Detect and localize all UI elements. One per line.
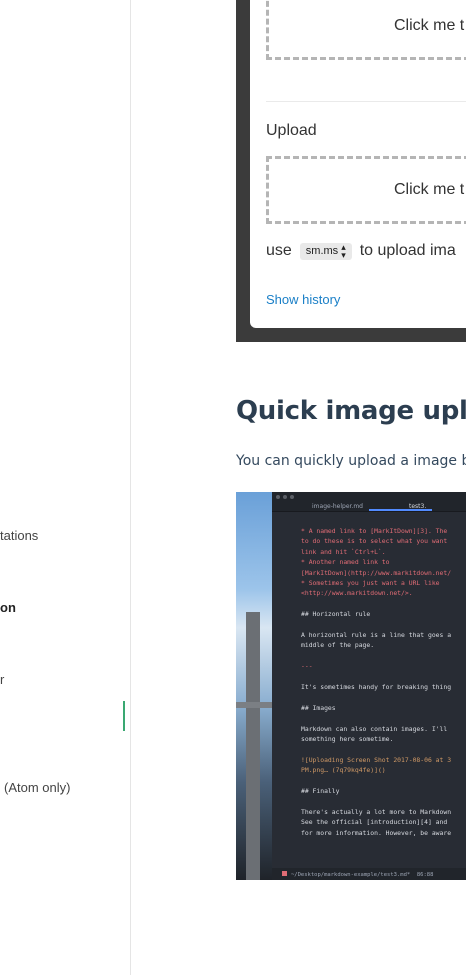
code-line: * A named link to [MarkItDown][3]. The: [301, 527, 448, 535]
code-line: * Sometimes you just want a URL like: [301, 579, 440, 588]
upload-dialog-screenshot: Click me t Upload Click me t use sm.ms ▴…: [236, 0, 466, 342]
file-status-icon: [282, 871, 287, 876]
code-line: ## Horizontal rule: [301, 610, 371, 619]
code-line: link and hit `Ctrl+L`.: [301, 547, 386, 556]
section-intro: You can quickly upload a image by ju: [236, 453, 466, 469]
code-line: Markdown can also contain images. I'll: [301, 724, 448, 733]
provider-select[interactable]: sm.ms ▴ ▾: [299, 242, 352, 260]
tab-test3: test3.: [369, 502, 433, 511]
window-zoom-icon: [290, 495, 294, 499]
code-line: A horizontal rule is a line that goes a: [301, 631, 452, 640]
code-line: something here sometime.: [301, 735, 394, 744]
editor-tabs: image-helper.md test3.: [272, 502, 466, 512]
photo-post: [246, 612, 260, 880]
sidebar-item-atom-only[interactable]: (Atom only): [4, 780, 70, 795]
editor-titlebar: [272, 492, 466, 502]
upload-dialog: Click me t Upload Click me t use sm.ms ▴…: [250, 0, 466, 328]
main-content: Click me t Upload Click me t use sm.ms ▴…: [131, 0, 466, 975]
editor-screenshot: image-helper.md test3. * A named link to…: [236, 492, 466, 880]
use-prefix: use: [266, 242, 292, 259]
use-suffix: to upload ima: [359, 242, 456, 259]
code-line: PM.png… (7q79kq4fe)](): [301, 766, 386, 775]
upload-label: Upload: [266, 122, 317, 139]
sidebar-item-annotations[interactable]: tations: [0, 528, 38, 543]
code-line: It's sometimes handy for breaking thing: [301, 683, 452, 692]
sidebar-item-active-section[interactable]: on: [0, 600, 16, 615]
code-line: ![Uploading Screen Shot 2017-08-06 at 3: [301, 755, 452, 764]
code-line: ## Images: [301, 703, 336, 712]
sidebar-item-helper[interactable]: r: [0, 672, 4, 687]
code-line: for more information. However, be aware: [301, 828, 452, 837]
window-close-icon: [276, 495, 280, 499]
editor-status-bar: ~/Desktop/markdown-example/test3.md* 86:…: [272, 868, 466, 880]
divider: [266, 101, 466, 102]
code-line: There's actually a lot more to Markdown: [301, 807, 452, 816]
dropzone-text: Click me t: [394, 17, 465, 34]
docs-sidebar: tations on r (Atom only): [0, 0, 131, 975]
upload-dropzone[interactable]: Click me t: [266, 156, 466, 224]
editor-code: * A named link to [MarkItDown][3]. The to…: [272, 512, 466, 838]
sidebar-active-indicator: [123, 701, 125, 731]
photo-rail: [236, 702, 276, 708]
code-line: See the official [introduction][4] and: [301, 818, 448, 827]
show-history-link[interactable]: Show history: [266, 292, 340, 307]
code-line: [MarkItDown](http://www.markitdown.net/: [301, 568, 452, 577]
link-dropzone[interactable]: Click me t: [266, 0, 466, 60]
tab-image-helper: image-helper.md: [312, 503, 363, 510]
provider-select-value: sm.ms: [305, 245, 339, 257]
select-arrows-icon: ▴ ▾: [341, 242, 346, 260]
upload-dropzone-text: Click me t: [394, 181, 465, 198]
code-line: middle of the page.: [301, 641, 375, 650]
code-line: ---: [301, 662, 313, 671]
code-line: * Another named link to: [301, 558, 390, 567]
code-line: <http://www.markitdown.net/>.: [301, 589, 413, 598]
window-minimize-icon: [283, 495, 287, 499]
code-line: to do these is to select what you want: [301, 537, 448, 546]
upload-provider-row: use sm.ms ▴ ▾ to upload ima: [266, 242, 456, 260]
code-line: ## Finally: [301, 787, 340, 796]
status-position: 86:88: [416, 872, 434, 878]
atom-editor-window: image-helper.md test3. * A named link to…: [272, 492, 466, 880]
section-title: Quick image upload: [236, 396, 466, 426]
status-path: ~/Desktop/markdown-example/test3.md*: [291, 872, 411, 878]
